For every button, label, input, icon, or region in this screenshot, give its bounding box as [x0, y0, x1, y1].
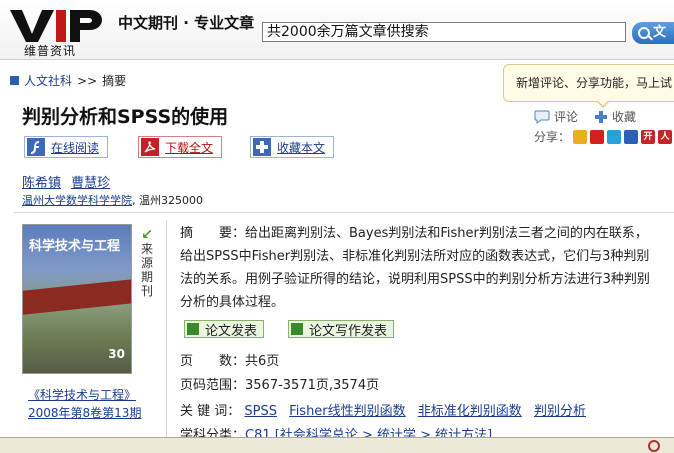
pages-row: 页 数：共6页 [180, 350, 279, 369]
section-divider [14, 212, 674, 213]
share-qq-icon[interactable] [607, 129, 622, 144]
journal-name-link[interactable]: 《科学技术与工程》 [28, 386, 136, 404]
keyword-link[interactable]: 非标准化判别函数 [418, 404, 522, 419]
favorite-button[interactable]: 收藏 [594, 108, 636, 125]
cover-issue-number: 30 [108, 347, 125, 361]
page-range-value: 3567-3571页,3574页 [245, 378, 380, 393]
arrow-icon: ↙ [141, 227, 153, 243]
share-weibo-icon[interactable] [590, 129, 605, 144]
writing-publish-button[interactable]: 论文写作发表 [288, 320, 395, 339]
journal-info: 《科学技术与工程》 2008年第8卷第13期 [28, 386, 141, 422]
source-label-char: 来 [140, 242, 153, 256]
pages-value: 共6页 [245, 354, 280, 369]
share-bar: 分享： 开 人 [534, 128, 673, 145]
brand-name: 维普资讯 [24, 44, 77, 58]
feature-tooltip: 新增评论、分享功能，马上试 [503, 64, 674, 102]
search-input[interactable]: 共2000余万篇文章供搜索 [262, 22, 626, 42]
favorite-article-link[interactable]: 收藏本文 [277, 139, 325, 156]
breadcrumb-current: 摘要 [102, 74, 127, 88]
keyword-link[interactable]: Fisher线性判别函数 [289, 404, 406, 419]
page-title: 判别分析和SPSS的使用 [22, 106, 229, 128]
comment-icon [534, 110, 550, 124]
journal-issue-link[interactable]: 2008年第8卷第13期 [28, 404, 141, 422]
source-journal-label: ↙ 来 源 期 刊 [138, 228, 156, 298]
share-label: 分享： [534, 130, 571, 144]
search-button[interactable]: 文 [632, 22, 674, 44]
social-actions: 评论 收藏 [534, 108, 636, 125]
search-icon [638, 27, 650, 39]
author-link[interactable]: 曹慧珍 [71, 176, 110, 191]
breadcrumb-bullet-icon [10, 76, 19, 85]
source-label-char: 源 [140, 256, 153, 270]
publish-icon [187, 323, 199, 335]
keywords-label: 关 键 词： [180, 404, 241, 419]
breadcrumb-category-link[interactable]: 人文社科 [24, 72, 72, 89]
read-online-button[interactable]: 在线阅读 [24, 136, 109, 158]
download-link[interactable]: 下载全文 [165, 139, 213, 156]
search-button-label: 文 [653, 25, 667, 40]
comment-label: 评论 [554, 110, 579, 124]
author-affiliation: 温州大学数学科学学院, 温州325000 [22, 192, 203, 208]
author-list: 陈希镇 曹慧珍 [22, 172, 116, 191]
vip-logo[interactable]: 维普资讯 [10, 8, 102, 58]
share-kaixin-icon[interactable]: 开 [641, 129, 656, 144]
author-link[interactable]: 陈希镇 [22, 176, 61, 191]
breadcrumb: 人文社科 >> 摘要 [10, 72, 126, 89]
favorite-article-button[interactable]: 收藏本文 [250, 136, 335, 158]
share-douban-icon[interactable] [624, 129, 639, 144]
writing-publish-icon [291, 323, 303, 335]
column-divider [166, 220, 167, 453]
abstract: 摘 要：给出距离判别法、Bayes判别法和Fisher判别法三者之间的内在联系，… [180, 222, 658, 314]
tooltip-arrow [596, 100, 610, 108]
page-range-row: 页码范围：3567-3571页,3574页 [180, 374, 379, 393]
affiliation-link[interactable]: 温州大学数学科学学院 [22, 194, 132, 207]
vip-logo-icon [10, 10, 102, 42]
add-icon [253, 138, 271, 156]
download-button[interactable]: 下载全文 [138, 136, 223, 158]
publish-label: 论文发表 [205, 323, 258, 339]
abstract-text: 给出距离判别法、Bayes判别法和Fisher判别法三者之间的内在联系，给出SP… [180, 226, 650, 310]
keyword-link[interactable]: SPSS [244, 404, 277, 419]
site-header: 维普资讯 中文期刊 · 专业文章 共2000余万篇文章供搜索 文 [0, 0, 674, 60]
comment-button[interactable]: 评论 [534, 108, 578, 125]
source-label-char: 期 [140, 270, 153, 284]
cover-title: 科学技术与工程 [29, 239, 121, 254]
plus-icon [595, 110, 608, 123]
pages-label: 页 数： [180, 354, 246, 369]
page-range-label: 页码范围： [180, 378, 246, 393]
favorite-label: 收藏 [612, 110, 637, 124]
breadcrumb-separator: >> [77, 73, 98, 88]
read-online-link[interactable]: 在线阅读 [51, 139, 99, 156]
share-qzone-icon[interactable] [573, 129, 588, 144]
abstract-label: 摘 要： [180, 226, 246, 241]
keyword-link[interactable]: 判别分析 [534, 404, 586, 419]
flash-icon [27, 138, 45, 156]
writing-publish-label: 论文写作发表 [309, 323, 388, 339]
affiliation-postcode: , 温州325000 [132, 194, 203, 207]
site-slogan: 中文期刊 · 专业文章 [118, 14, 255, 32]
security-status-icon[interactable] [648, 440, 660, 452]
browser-status-bar [0, 437, 674, 453]
cover-train-graphic [23, 279, 131, 315]
share-renren-icon[interactable]: 人 [658, 129, 673, 144]
source-label-char: 刊 [140, 284, 153, 298]
keywords-row: 关 键 词： SPSS Fisher线性判别函数 非标准化判别函数 判别分析 [180, 400, 594, 419]
pdf-icon [141, 138, 159, 156]
publish-button[interactable]: 论文发表 [184, 320, 265, 339]
journal-cover-image[interactable]: 科学技术与工程 30 [22, 224, 132, 374]
